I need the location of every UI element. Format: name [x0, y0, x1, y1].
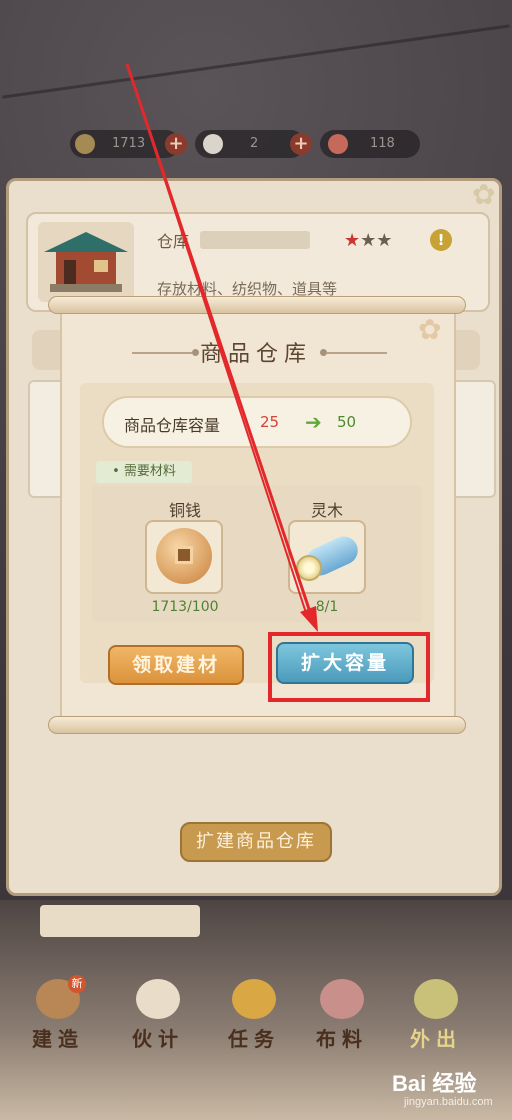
- flower-icon: [328, 134, 348, 154]
- title-dot-right: [320, 349, 327, 356]
- scroll-rod-bottom: [48, 716, 466, 734]
- bottom-nav: 新 建造 伙计 任务 布料 外出: [0, 975, 512, 1055]
- add-coins-button[interactable]: +: [165, 133, 187, 155]
- second-value: 2: [250, 136, 259, 151]
- watermark-url: jingyan.baidu.com: [404, 1096, 493, 1108]
- close-icon[interactable]: ✿: [472, 178, 495, 211]
- watermark-logo: Bai 经验: [392, 1071, 477, 1096]
- reward-row: [40, 905, 200, 937]
- title-background: [200, 231, 310, 249]
- arrow-right-icon: ➔: [305, 410, 322, 434]
- material-count: 1713/100: [151, 599, 219, 615]
- dialog-title: 商品仓库: [199, 342, 312, 367]
- capacity-current: 25: [260, 413, 280, 431]
- nav-outing[interactable]: 外出: [396, 975, 476, 1055]
- coin-value: 1713: [112, 136, 146, 151]
- silk-icon: [203, 134, 223, 154]
- outing-icon: [414, 979, 458, 1019]
- coin-counter: 1713: [70, 130, 180, 158]
- nav-cloth-label: 布料: [316, 1027, 368, 1051]
- capacity-next: 50: [337, 413, 357, 431]
- warehouse-building-icon: [38, 222, 134, 302]
- star-filled-icon: ★: [344, 230, 361, 251]
- new-badge: 新: [68, 975, 86, 993]
- collect-materials-button[interactable]: 领取建材: [108, 645, 244, 685]
- third-counter: 118: [320, 130, 420, 158]
- third-value: 118: [370, 136, 395, 151]
- resource-bar: 1713 + 2 + 118: [70, 130, 420, 160]
- material-name: 铜钱: [168, 501, 201, 520]
- coin-hole: [175, 546, 193, 564]
- info-icon[interactable]: !: [430, 229, 452, 251]
- nav-build[interactable]: 新 建造: [18, 975, 98, 1055]
- material-name: 灵木: [310, 501, 343, 520]
- title-divider-right: [327, 352, 387, 354]
- second-counter: 2: [195, 130, 305, 158]
- building-title: 仓库: [157, 232, 190, 251]
- nav-task-label: 任务: [228, 1027, 280, 1051]
- scroll-rod-top: [48, 296, 466, 314]
- staff-icon: [136, 979, 180, 1019]
- coin-icon: [75, 134, 95, 154]
- capacity-label: 商品仓库容量: [124, 416, 221, 435]
- expand-warehouse-button[interactable]: 扩建商品仓库: [180, 822, 332, 862]
- wood-log-end: [296, 555, 322, 581]
- nav-outing-label: 外出: [410, 1027, 462, 1051]
- star-empty-icon: ★: [360, 230, 377, 251]
- materials-tag: • 需要材料: [96, 461, 192, 483]
- nav-cloth[interactable]: 布料: [302, 975, 382, 1055]
- material-count: 8/1: [315, 599, 339, 615]
- add-second-button[interactable]: +: [290, 133, 312, 155]
- cloth-icon: [320, 979, 364, 1019]
- nav-staff[interactable]: 伙计: [118, 975, 198, 1055]
- nav-staff-label: 伙计: [132, 1027, 184, 1051]
- highlight-box: [268, 632, 430, 702]
- nav-build-label: 建造: [32, 1027, 84, 1051]
- nav-task[interactable]: 任务: [214, 975, 294, 1055]
- task-icon: [232, 979, 276, 1019]
- star-rating: ★★★: [344, 230, 392, 251]
- star-empty-icon: ★: [376, 230, 393, 251]
